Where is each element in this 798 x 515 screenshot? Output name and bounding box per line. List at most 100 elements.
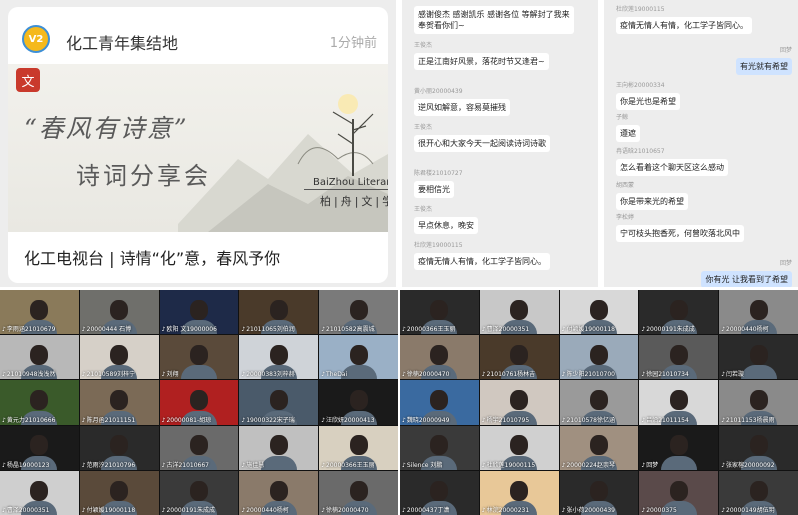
- article-card[interactable]: V2 化工青年集结地 1分钟前 文 “春风有诗意” 诗词分享会 BaiZhou …: [0, 0, 396, 287]
- participant-video-tile[interactable]: ♪徐园21010734: [639, 335, 719, 380]
- participant-video-tile[interactable]: ♪曹泽20000351: [479, 290, 559, 335]
- participant-video-tile[interactable]: ♪TheDai: [319, 335, 398, 380]
- article-banner-image[interactable]: 文 “春风有诗意” 诗词分享会 BaiZhou Literary Soci 柏|…: [8, 64, 388, 232]
- participant-video-tile[interactable]: ♪杨晶19000123: [0, 425, 79, 470]
- participant-video-tile[interactable]: ♪林浣20000231: [479, 470, 559, 515]
- participant-video-tile[interactable]: ♪吕沿21011154: [639, 380, 719, 425]
- participant-name-text: 陈月函21011151: [86, 416, 136, 424]
- participant-video-tile[interactable]: ♪19000322宋子瑞: [239, 380, 319, 425]
- chat-bubble[interactable]: 宁可枝头抱香死，何曾吹落北风中: [616, 225, 744, 242]
- participant-video-tile[interactable]: ♪施佳慧: [239, 425, 319, 470]
- chat-message[interactable]: 感谢俊杰 感谢凯乐 感谢各位 等解封了我来奉贺看你们~: [414, 4, 574, 34]
- participant-video-tile[interactable]: ♪徐楠20000470: [400, 335, 479, 380]
- participant-video-tile[interactable]: ♪20000224赵崇琴: [559, 425, 639, 470]
- participant-video-tile[interactable]: ♪徐楠20000470: [319, 470, 398, 515]
- participant-video-tile[interactable]: ♪曹泽20000351: [0, 470, 79, 515]
- participant-video-tile[interactable]: ♪欧阳 文19000006: [159, 290, 239, 335]
- chat-message[interactable]: 王俊杰 早点休息，晚安: [414, 204, 478, 234]
- chat-message[interactable]: 黄小丽20000439 逆风如解意，容易莫摧残: [414, 86, 510, 116]
- participant-video-tile[interactable]: ♪付颖媛19000118: [79, 470, 159, 515]
- participant-video-tile[interactable]: ♪杜欣莲19000115: [479, 425, 559, 470]
- chat-bubble[interactable]: 逆风如解意，容易莫摧残: [414, 99, 510, 116]
- chat-message[interactable]: 李松婷 宁可枝头抱香死，何曾吹落北风中: [616, 212, 744, 242]
- chat-message[interactable]: 王俊杰 正是江南好风景，落花时节又逢君~: [414, 40, 549, 70]
- article-caption[interactable]: 化工电视台 | 诗情“化”意，春风予你: [24, 245, 280, 269]
- chat-bubble[interactable]: 早点休息，晚安: [414, 217, 478, 234]
- chat-message[interactable]: 胡西蒙 你是带来光的希望: [616, 180, 688, 210]
- chat-bubble[interactable]: 有光就有希望: [736, 58, 792, 75]
- participant-video-tile[interactable]: ♪黄元力21010666: [0, 380, 79, 425]
- participant-video-tile[interactable]: ♪20000440杨柯: [239, 470, 319, 515]
- participant-video-tile[interactable]: ♪20000437丁潇: [400, 470, 479, 515]
- mic-icon: ♪: [241, 461, 246, 469]
- channel-name[interactable]: 化工青年集结地: [66, 30, 178, 54]
- participant-video-tile[interactable]: ♪20000149胡伍玥: [719, 470, 798, 515]
- chat-message[interactable]: 回梦 有光就有希望: [736, 45, 792, 75]
- participant-head-icon: [110, 299, 129, 320]
- participant-name: ♪20000224赵崇琴: [562, 460, 615, 469]
- participant-video-tile[interactable]: ♪付颖媛19000118: [559, 290, 639, 335]
- participant-head-icon: [510, 435, 529, 456]
- participant-head-icon: [30, 344, 49, 365]
- participant-name: ♪20000383刘梓赫: [241, 369, 294, 378]
- chat-message[interactable]: 杜欣莲19000115 疫情无情人有情，化工学子皆同心。: [414, 240, 550, 270]
- participant-video-tile[interactable]: ♪张小荷20000439: [559, 470, 639, 515]
- chat-bubble[interactable]: 遵遮: [616, 125, 640, 142]
- participant-video-tile[interactable]: ♪21010582高震城: [319, 290, 398, 335]
- participant-name: ♪汪欣妍20000413: [321, 415, 374, 424]
- banner-subtitle: 诗词分享会: [76, 162, 211, 190]
- participant-video-tile[interactable]: ♪21010589刘梓宁: [79, 335, 159, 380]
- chat-message[interactable]: 冉语晗21010657 怎么看着这个聊天区这么感动: [616, 146, 728, 176]
- participant-video-tile[interactable]: ♪张家榕20000092: [719, 425, 798, 470]
- chat-bubble[interactable]: 你是光也是希望: [616, 93, 680, 110]
- chat-bubble[interactable]: 正是江南好风景，落花时节又逢君~: [414, 53, 549, 70]
- chat-bubble[interactable]: 很开心和大家今天一起阅读诗词诗歌: [414, 135, 550, 152]
- chat-bubble[interactable]: 要相信光: [414, 181, 454, 198]
- participant-video-tile[interactable]: ♪李雨涵21010679: [0, 290, 79, 335]
- participant-video-tile[interactable]: ♪刘翔: [159, 335, 239, 380]
- chat-bubble[interactable]: 怎么看着这个聊天区这么感动: [616, 159, 728, 176]
- participant-video-tile[interactable]: ♪21011153杨晨雨: [719, 380, 798, 425]
- participant-video-tile[interactable]: ♪21011065刘伯润: [239, 290, 319, 335]
- participant-video-tile[interactable]: ♪20000444 石博: [79, 290, 159, 335]
- chat-message[interactable]: 回梦 你有光 让我看到了希望: [701, 258, 792, 287]
- participant-head-icon: [589, 480, 608, 501]
- participant-video-tile[interactable]: ♪陈月函21011151: [79, 380, 159, 425]
- participant-video-tile[interactable]: ♪古洋21010667: [159, 425, 239, 470]
- participant-video-tile[interactable]: ♪回梦: [639, 425, 719, 470]
- chat-message[interactable]: 王俊杰 很开心和大家今天一起阅读诗词诗歌: [414, 122, 550, 152]
- chat-panel-b[interactable]: 杜欣莲19000115 疫情无情人有情，化工学子皆同心。回梦 有光就有希望王向彬20…: [604, 0, 798, 287]
- participant-video-tile[interactable]: ♪20000191朱成成: [639, 290, 719, 335]
- participant-video-tile[interactable]: ♪陈少阳21010700: [559, 335, 639, 380]
- chat-bubble[interactable]: 你有光 让我看到了希望: [701, 271, 792, 287]
- participant-video-tile[interactable]: ♪闫若璇: [719, 335, 798, 380]
- chat-message[interactable]: 王向彬20000334 你是光也是希望: [616, 80, 680, 110]
- article-card-inner[interactable]: V2 化工青年集结地 1分钟前 文 “春风有诗意” 诗词分享会 BaiZhou …: [8, 7, 388, 283]
- participant-name: ♪21010589刘梓宁: [82, 369, 135, 378]
- participant-video-tile[interactable]: ♪Silence 刘鹏: [400, 425, 479, 470]
- chat-bubble[interactable]: 你是带来光的希望: [616, 193, 688, 210]
- participant-name-text: TheDai: [326, 371, 348, 379]
- participant-video-tile[interactable]: ♪20000383刘梓赫: [239, 335, 319, 380]
- chat-bubble[interactable]: 感谢俊杰 感谢凯乐 感谢各位 等解封了我来奉贺看你们~: [414, 6, 574, 34]
- chat-message[interactable]: 子鲸 遵遮: [616, 112, 640, 142]
- participant-video-tile[interactable]: ♪20000440杨柯: [719, 290, 798, 335]
- participant-video-tile[interactable]: ♪20000366王玉丽: [400, 290, 479, 335]
- participant-video-tile[interactable]: ♪范雨汐21010796: [79, 425, 159, 470]
- participant-video-tile[interactable]: ♪20000081-胡琼: [159, 380, 239, 425]
- participant-video-tile[interactable]: ♪21010948浅浅然: [0, 335, 79, 380]
- chat-bubble[interactable]: 疫情无情人有情，化工学子皆同心。: [414, 253, 550, 270]
- participant-video-tile[interactable]: ♪20000191朱成成: [159, 470, 239, 515]
- participant-video-tile[interactable]: ♪21010761杨林吉: [479, 335, 559, 380]
- participant-video-tile[interactable]: ♪20000375: [639, 470, 719, 515]
- participant-name: ♪刘翔: [162, 369, 179, 378]
- chat-panel-a[interactable]: 感谢俊杰 感谢凯乐 感谢各位 等解封了我来奉贺看你们~ 王俊杰 正是江南好风景，落花…: [402, 0, 598, 287]
- participant-video-tile[interactable]: ♪21010578徐亿涵: [559, 380, 639, 425]
- participant-video-tile[interactable]: ♪魏晓20000949: [400, 380, 479, 425]
- participant-video-tile[interactable]: ♪汪欣妍20000413: [319, 380, 398, 425]
- chat-message[interactable]: 陈君楼21010727 要相信光: [414, 168, 463, 198]
- participant-video-tile[interactable]: ♪20000366王玉丽: [319, 425, 398, 470]
- participant-video-tile[interactable]: ♪杨宇21010795: [479, 380, 559, 425]
- chat-message[interactable]: 杜欣莲19000115 疫情无情人有情，化工学子皆同心。: [616, 4, 752, 34]
- chat-bubble[interactable]: 疫情无情人有情，化工学子皆同心。: [616, 17, 752, 34]
